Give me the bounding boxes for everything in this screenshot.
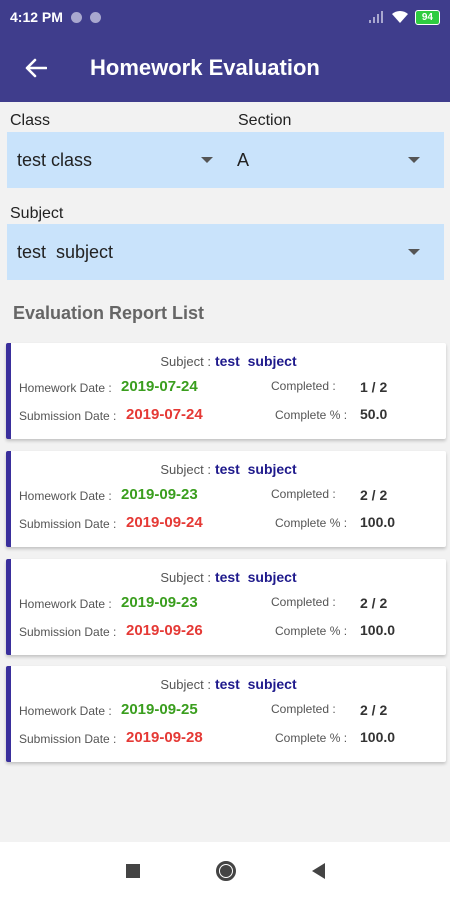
wifi-icon bbox=[391, 10, 408, 23]
completed-value: 2 / 2 bbox=[360, 487, 388, 503]
homework-date-label: Homework Date : bbox=[19, 704, 112, 718]
report-card[interactable]: Subject : test subject Homework Date : 20… bbox=[6, 666, 446, 762]
caret-down-icon bbox=[408, 157, 420, 163]
homework-date-label: Homework Date : bbox=[19, 381, 112, 395]
card-subject: Subject : test subject bbox=[11, 569, 446, 585]
submission-date-value: 2019-09-24 bbox=[126, 514, 203, 531]
status-bar: 4:12 PM 94 bbox=[0, 0, 450, 34]
homework-date-value: 2019-09-25 bbox=[121, 701, 198, 718]
card-subject-value: test subject bbox=[214, 676, 297, 692]
system-nav-bar bbox=[0, 842, 450, 900]
class-section-row: test class A bbox=[7, 132, 444, 188]
toolbar: Homework Evaluation bbox=[0, 34, 450, 102]
report-card[interactable]: Subject : test subject Homework Date : 20… bbox=[6, 343, 446, 439]
complete-pct-label: Complete % : bbox=[275, 516, 348, 530]
class-label: Class bbox=[10, 112, 51, 129]
complete-pct-value: 100.0 bbox=[360, 729, 396, 745]
complete-pct-label: Complete % : bbox=[275, 408, 348, 422]
submission-date-label: Submission Date : bbox=[19, 517, 117, 531]
arrow-left-icon bbox=[25, 58, 47, 78]
submission-date-label: Submission Date : bbox=[19, 409, 117, 423]
class-dropdown[interactable]: test class bbox=[7, 132, 225, 188]
submission-date-label: Submission Date : bbox=[19, 625, 117, 639]
app-bar: 4:12 PM 94 Homework Evaluation bbox=[0, 0, 450, 102]
notification-dot-icon bbox=[89, 11, 101, 23]
triangle-back-icon[interactable] bbox=[311, 863, 325, 879]
back-button[interactable] bbox=[0, 34, 72, 102]
card-subject-value: test subject bbox=[214, 461, 297, 477]
square-icon[interactable] bbox=[125, 864, 140, 878]
card-subject: Subject : test subject bbox=[11, 353, 446, 369]
submission-date-value: 2019-09-28 bbox=[126, 729, 203, 746]
homework-date-label: Homework Date : bbox=[19, 597, 112, 611]
section-label: Section bbox=[238, 112, 292, 129]
submission-date-value: 2019-07-24 bbox=[126, 406, 203, 423]
submission-date-value: 2019-09-26 bbox=[126, 622, 203, 639]
circle-icon[interactable] bbox=[215, 861, 236, 881]
completed-label: Completed : bbox=[271, 702, 336, 716]
card-subject-label: Subject : bbox=[160, 677, 211, 692]
battery-icon: 94 bbox=[414, 9, 440, 25]
submission-date-label: Submission Date : bbox=[19, 732, 117, 746]
report-card[interactable]: Subject : test subject Homework Date : 20… bbox=[6, 451, 446, 547]
card-subject-label: Subject : bbox=[160, 462, 211, 477]
status-time: 4:12 PM bbox=[10, 9, 63, 25]
complete-pct-label: Complete % : bbox=[275, 731, 348, 745]
complete-pct-value: 100.0 bbox=[360, 622, 396, 638]
section-dropdown-value: A bbox=[237, 149, 250, 170]
subject-dropdown-value: test subject bbox=[17, 241, 114, 262]
completed-value: 1 / 2 bbox=[360, 379, 388, 395]
list-title: Evaluation Report List bbox=[13, 303, 205, 323]
report-card[interactable]: Subject : test subject Homework Date : 20… bbox=[6, 559, 446, 655]
completed-label: Completed : bbox=[271, 487, 336, 501]
homework-date-value: 2019-09-23 bbox=[121, 594, 198, 611]
complete-pct-value: 50.0 bbox=[360, 406, 388, 422]
status-icons: 94 bbox=[368, 9, 440, 25]
caret-down-icon bbox=[201, 157, 213, 163]
card-subject-label: Subject : bbox=[160, 570, 211, 585]
notification-dot-icon bbox=[70, 11, 82, 23]
homework-date-label: Homework Date : bbox=[19, 489, 112, 503]
card-subject: Subject : test subject bbox=[11, 461, 446, 477]
completed-value: 2 / 2 bbox=[360, 702, 388, 718]
complete-pct-value: 100.0 bbox=[360, 514, 396, 530]
subject-label: Subject bbox=[10, 205, 64, 222]
complete-pct-label: Complete % : bbox=[275, 624, 348, 638]
card-subject: Subject : test subject bbox=[11, 676, 446, 692]
completed-label: Completed : bbox=[271, 379, 336, 393]
section-dropdown[interactable]: A bbox=[225, 132, 444, 188]
card-subject-value: test subject bbox=[214, 353, 297, 369]
card-subject-label: Subject : bbox=[160, 354, 211, 369]
caret-down-icon bbox=[408, 249, 420, 255]
class-dropdown-value: test class bbox=[17, 149, 93, 170]
homework-date-value: 2019-09-23 bbox=[121, 486, 198, 503]
page-title: Homework Evaluation bbox=[90, 55, 320, 80]
signal-icon bbox=[368, 11, 383, 23]
subject-dropdown[interactable]: test subject bbox=[7, 224, 444, 280]
completed-label: Completed : bbox=[271, 595, 336, 609]
completed-value: 2 / 2 bbox=[360, 595, 388, 611]
main-content: Class Section test class A Subject test … bbox=[0, 102, 450, 842]
card-subject-value: test subject bbox=[214, 569, 297, 585]
homework-date-value: 2019-07-24 bbox=[121, 378, 198, 395]
